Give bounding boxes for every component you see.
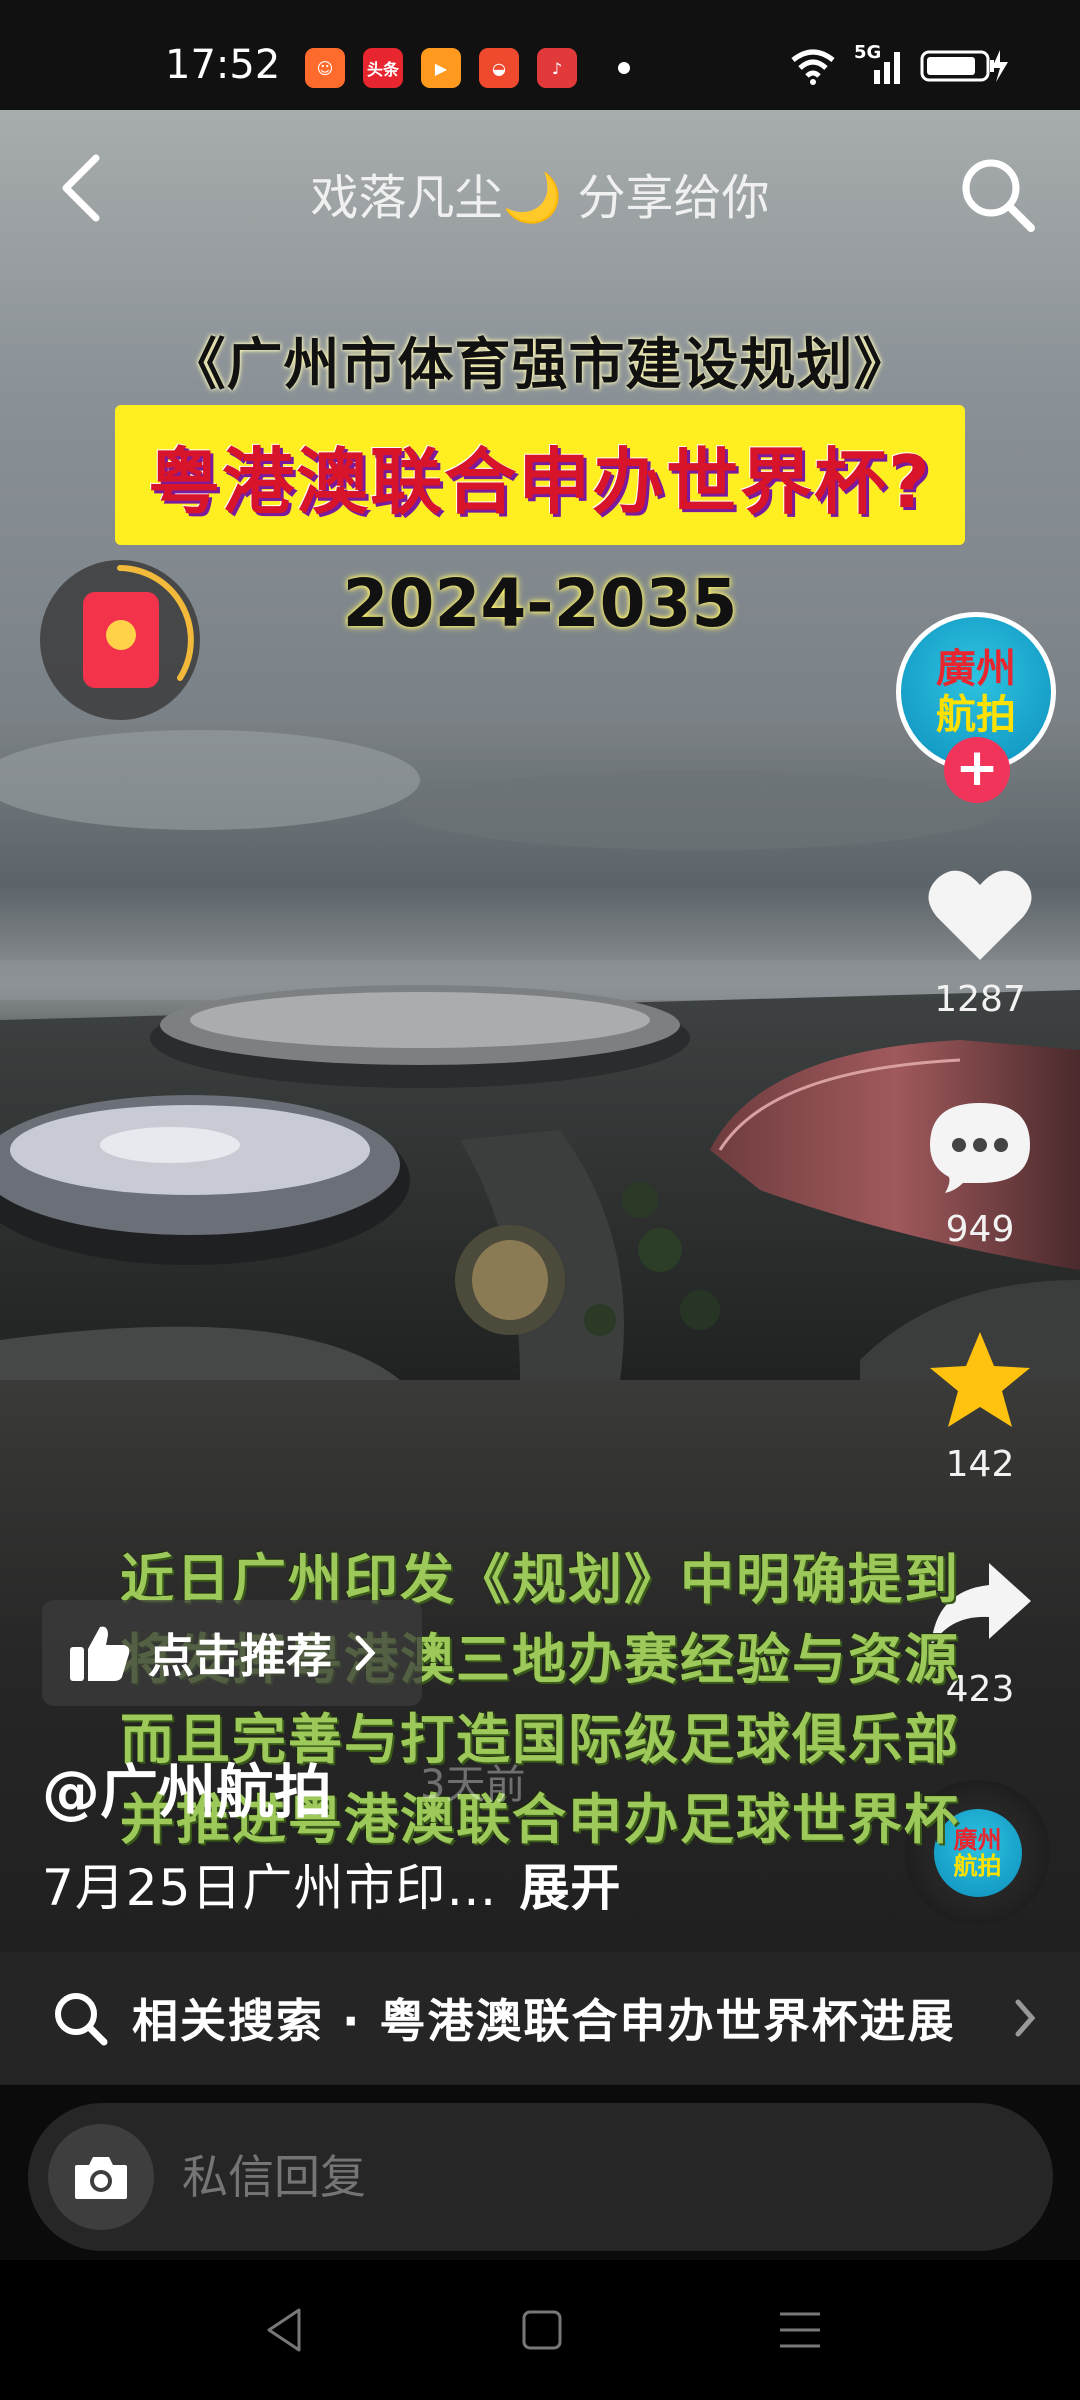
- search-icon[interactable]: [955, 152, 1040, 237]
- comment-button[interactable]: 949: [915, 1085, 1045, 1250]
- recommend-label: 点击推荐: [148, 1629, 332, 1683]
- related-search-bar[interactable]: 相关搜索 · 粤港澳联合申办世界杯进展: [0, 1952, 1080, 2084]
- star-icon: [915, 1320, 1045, 1440]
- red-packet-coin: [106, 620, 136, 650]
- reply-input[interactable]: [182, 2150, 882, 2204]
- wifi-icon: [791, 49, 835, 85]
- comment-count: 949: [945, 1209, 1015, 1250]
- video-banner-text: 粤港澳联合申办世界杯?: [148, 439, 932, 524]
- battery-icon: [920, 50, 1008, 82]
- status-bar: 17:52 ☺ 头条 ▶ ◒ ♪ 5G: [0, 0, 1080, 110]
- recommend-button[interactable]: 点击推荐: [42, 1600, 422, 1706]
- favorite-button[interactable]: 142: [915, 1320, 1045, 1485]
- favorite-count: 142: [945, 1444, 1015, 1485]
- camera-button[interactable]: [48, 2124, 154, 2230]
- nav-menu-icon[interactable]: [770, 2300, 830, 2360]
- chevron-right-icon: [355, 1635, 376, 1671]
- red-packet-button[interactable]: [40, 560, 200, 720]
- video-aerial-scene: [0, 720, 1080, 1380]
- search-icon: [55, 1993, 108, 2046]
- app-icon-4: ◒: [479, 48, 519, 88]
- reply-box: [28, 2103, 1053, 2251]
- heart-icon: [915, 855, 1045, 975]
- author-handle[interactable]: @广州航拍: [42, 1745, 332, 1829]
- signal-icon: 5G: [854, 42, 904, 86]
- camera-icon: [75, 2157, 127, 2199]
- status-time: 17:52: [165, 42, 281, 88]
- notification-dot: [618, 62, 630, 74]
- video-banner: 粤港澳联合申办世界杯?: [115, 405, 965, 545]
- nav-home-icon[interactable]: [512, 2300, 572, 2360]
- avatar-text-line1: 廣州: [936, 646, 1016, 692]
- like-count: 1287: [934, 979, 1026, 1020]
- tiktok-app-icon: ♪: [537, 48, 577, 88]
- comment-icon: [915, 1085, 1045, 1205]
- system-nav-bar: [0, 2260, 1080, 2400]
- thumbs-up-icon: [70, 1626, 130, 1681]
- toutiao-app-icon: 头条: [363, 48, 403, 88]
- expand-caption-button[interactable]: 展开: [519, 1859, 621, 1917]
- status-app-icons: ☺ 头条 ▶ ◒ ♪: [305, 48, 577, 88]
- caption-text: 7月25日广州市印…: [42, 1859, 498, 1917]
- reply-area: [0, 2085, 1080, 2260]
- video-headline: 《广州市体育强市建设规划》: [169, 333, 911, 398]
- chevron-right-icon: [1015, 1999, 1036, 2037]
- avatar-text-line2: 航拍: [936, 692, 1016, 738]
- app-icon-1: ☺: [305, 48, 345, 88]
- nav-back-icon[interactable]: [255, 2300, 315, 2360]
- status-indicators: 5G: [788, 42, 1010, 86]
- like-button[interactable]: 1287: [915, 855, 1045, 1020]
- share-header-title[interactable]: 戏落凡尘🌙 分享给你: [0, 158, 1080, 228]
- follow-button[interactable]: +: [944, 737, 1010, 803]
- video-app-icon: ▶: [421, 48, 461, 88]
- caption: 7月25日广州市印… 展开: [42, 1848, 621, 1920]
- related-search-text: 相关搜索 · 粤港澳联合申办世界杯进展: [132, 1994, 956, 2048]
- post-time-ago: 3天前: [420, 1762, 526, 1808]
